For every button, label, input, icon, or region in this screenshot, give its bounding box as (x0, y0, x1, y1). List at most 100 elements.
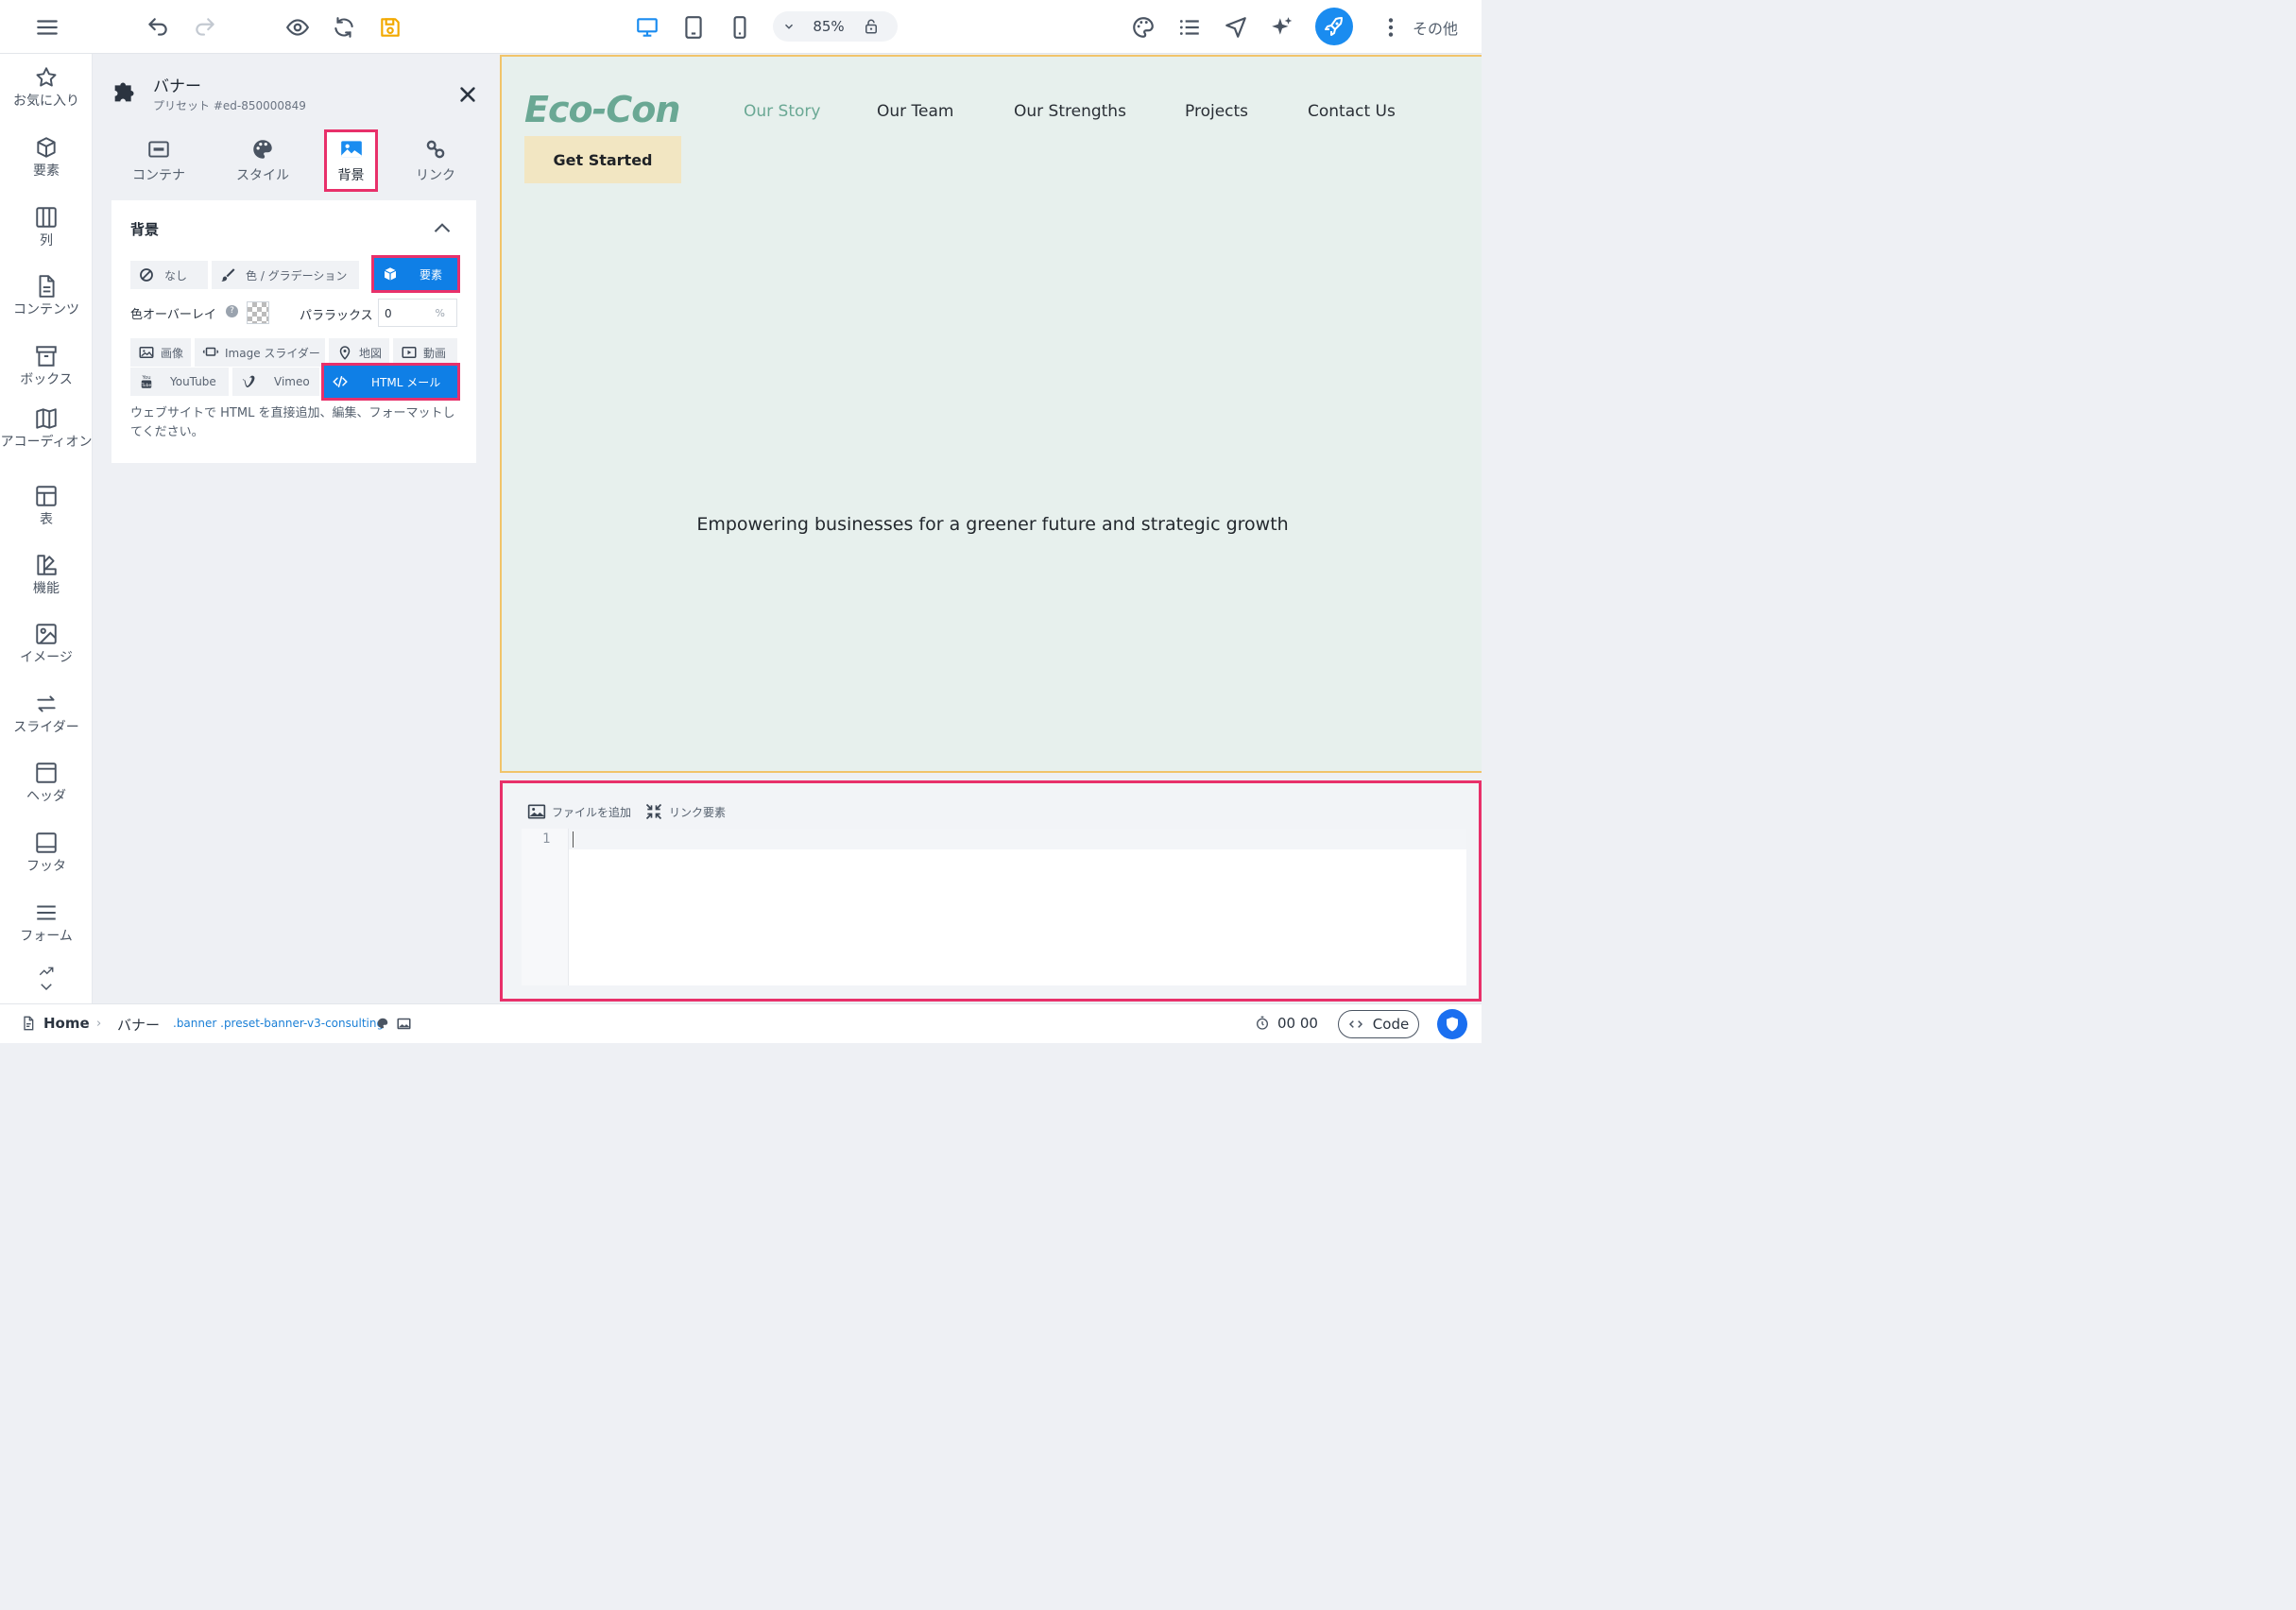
preview-eye-icon[interactable] (282, 11, 314, 43)
publish-rocket-button[interactable] (1315, 8, 1353, 45)
site-logo[interactable]: Eco-Con (524, 89, 680, 130)
add-file-button[interactable]: ファイルを追加 (527, 802, 631, 821)
lock-icon[interactable] (852, 18, 890, 35)
ai-sparkle-icon[interactable] (1266, 11, 1298, 43)
html-help-text: ウェブサイトで HTML を直接追加、編集、フォーマットしてください。 (130, 406, 455, 439)
bg-type-color-gradient[interactable]: 色 / グラデーション (212, 261, 359, 289)
overlay-label: 色オーバーレイ (130, 308, 216, 322)
rail-item-boxes[interactable]: ボックス (0, 344, 93, 388)
breadcrumb-classes[interactable]: .banner .preset-banner-v3-consulting (173, 1017, 384, 1030)
rail-label: イメージ (20, 650, 73, 665)
settings-panel: バナー プリセット #ed-850000849 コンテナ スタイル 背景 リンク… (93, 54, 499, 1003)
palette-icon[interactable] (1127, 11, 1159, 43)
list-icon[interactable] (1174, 11, 1206, 43)
stopwatch-icon (1257, 1016, 1268, 1030)
close-icon[interactable] (457, 84, 478, 105)
element-label: Vimeo (274, 375, 310, 388)
redo-icon[interactable] (189, 11, 221, 43)
element-video[interactable]: 動画 (393, 338, 457, 367)
undo-icon[interactable] (142, 11, 174, 43)
page-icon (24, 1016, 34, 1031)
chevron-down-icon[interactable] (773, 20, 805, 33)
palette-icon (253, 140, 272, 159)
parallax-input[interactable]: 0 % (378, 299, 457, 327)
link-icon (426, 140, 445, 159)
rail-item-columns[interactable]: 列 (0, 205, 93, 249)
navigate-icon[interactable] (1220, 11, 1252, 43)
top-toolbar: 85% その他 (0, 0, 1482, 54)
tab-label: コンテナ (132, 168, 185, 183)
nav-link-our-story[interactable]: Our Story (744, 102, 820, 121)
rail-item-accordion[interactable]: アコーディオン (0, 406, 93, 451)
archive-icon (36, 346, 57, 367)
banner-tagline[interactable]: Empowering businesses for a greener futu… (502, 514, 1483, 535)
hamburger-menu-icon[interactable] (31, 11, 63, 43)
rail-item-header[interactable]: ヘッダ (0, 761, 93, 805)
refresh-icon[interactable] (328, 11, 360, 43)
rail-label: アコーディオン (0, 435, 93, 450)
image-icon[interactable] (397, 1017, 411, 1031)
overlay-color-swatch[interactable] (247, 301, 269, 324)
code-icon (1348, 1020, 1362, 1028)
mobile-view-icon[interactable] (724, 11, 756, 43)
palette-icon[interactable] (376, 1017, 389, 1030)
tab-link[interactable]: リンク (398, 133, 473, 188)
rail-label: フッタ (26, 859, 66, 874)
site-canvas[interactable]: Eco-Con Our Story Our Team Our Strengths… (500, 55, 1482, 773)
element-map[interactable]: 地図 (329, 338, 389, 367)
save-icon[interactable] (374, 11, 406, 43)
image-icon (36, 624, 57, 644)
element-image[interactable]: 画像 (130, 338, 191, 367)
link-elements-button[interactable]: リンク要素 (644, 802, 726, 821)
arrows-icon (37, 695, 56, 712)
html-code-editor: ファイルを追加 リンク要素 1 (500, 780, 1482, 1002)
brush-icon (221, 268, 235, 282)
more-dots-icon[interactable] (1375, 11, 1407, 43)
tab-style[interactable]: スタイル (225, 133, 300, 188)
timer: 00 00 (1255, 1015, 1318, 1032)
tab-container[interactable]: コンテナ (121, 133, 197, 188)
element-vimeo[interactable]: Vimeo (232, 368, 319, 396)
chevron-up-icon[interactable] (433, 221, 452, 234)
tablet-view-icon[interactable] (677, 11, 710, 43)
rail-item-table[interactable]: 表 (0, 484, 93, 528)
link-elements-label: リンク要素 (669, 805, 727, 819)
element-rail: お気に入り 要素 列 コンテンツ ボックス アコーディオン 表 機能 イメージ … (0, 54, 93, 1003)
bg-type-label: 要素 (420, 267, 443, 282)
bg-type-element[interactable]: 要素 (371, 255, 460, 293)
breadcrumb-home[interactable]: Home (21, 1015, 90, 1032)
nav-link-projects[interactable]: Projects (1185, 102, 1248, 121)
puzzle-icon (114, 82, 134, 102)
more-menu-label[interactable]: その他 (1413, 16, 1458, 39)
rocket-icon (1325, 17, 1343, 36)
security-shield-button[interactable] (1437, 1009, 1467, 1039)
chevron-down-icon (41, 984, 52, 991)
desktop-view-icon[interactable] (631, 11, 663, 43)
zoom-control[interactable]: 85% (773, 11, 898, 42)
rail-item-image[interactable]: イメージ (0, 622, 93, 666)
rail-scroll-more[interactable] (0, 963, 93, 995)
features-icon (37, 555, 57, 575)
element-html-mail[interactable]: HTML メール (321, 363, 460, 401)
breadcrumb-banner[interactable]: バナー (117, 1015, 160, 1035)
rail-item-elements[interactable]: 要素 (0, 135, 93, 180)
rail-item-features[interactable]: 機能 (0, 553, 93, 597)
bg-type-none[interactable]: なし (130, 261, 208, 289)
element-image-slider[interactable]: Image スライダー (195, 338, 325, 367)
element-youtube[interactable]: You Tube YouTube (130, 368, 229, 396)
tab-background[interactable]: 背景 (324, 129, 378, 192)
nav-link-our-strengths[interactable]: Our Strengths (1014, 102, 1126, 121)
code-view-button[interactable]: Code (1338, 1010, 1419, 1038)
help-icon[interactable]: ? (226, 305, 238, 317)
rail-item-form[interactable]: フォーム (0, 900, 93, 945)
rail-item-footer[interactable]: フッタ (0, 831, 93, 875)
rail-item-favorites[interactable]: お気に入り (0, 65, 93, 110)
get-started-button[interactable]: Get Started (524, 136, 681, 183)
video-icon (402, 347, 417, 358)
code-input-area[interactable]: 1 (522, 829, 1466, 985)
rail-item-contents[interactable]: コンテンツ (0, 274, 93, 318)
rail-item-slider[interactable]: スライダー (0, 692, 93, 736)
nav-link-contact-us[interactable]: Contact Us (1308, 102, 1396, 121)
columns-icon (36, 207, 57, 228)
nav-link-our-team[interactable]: Our Team (877, 102, 953, 121)
